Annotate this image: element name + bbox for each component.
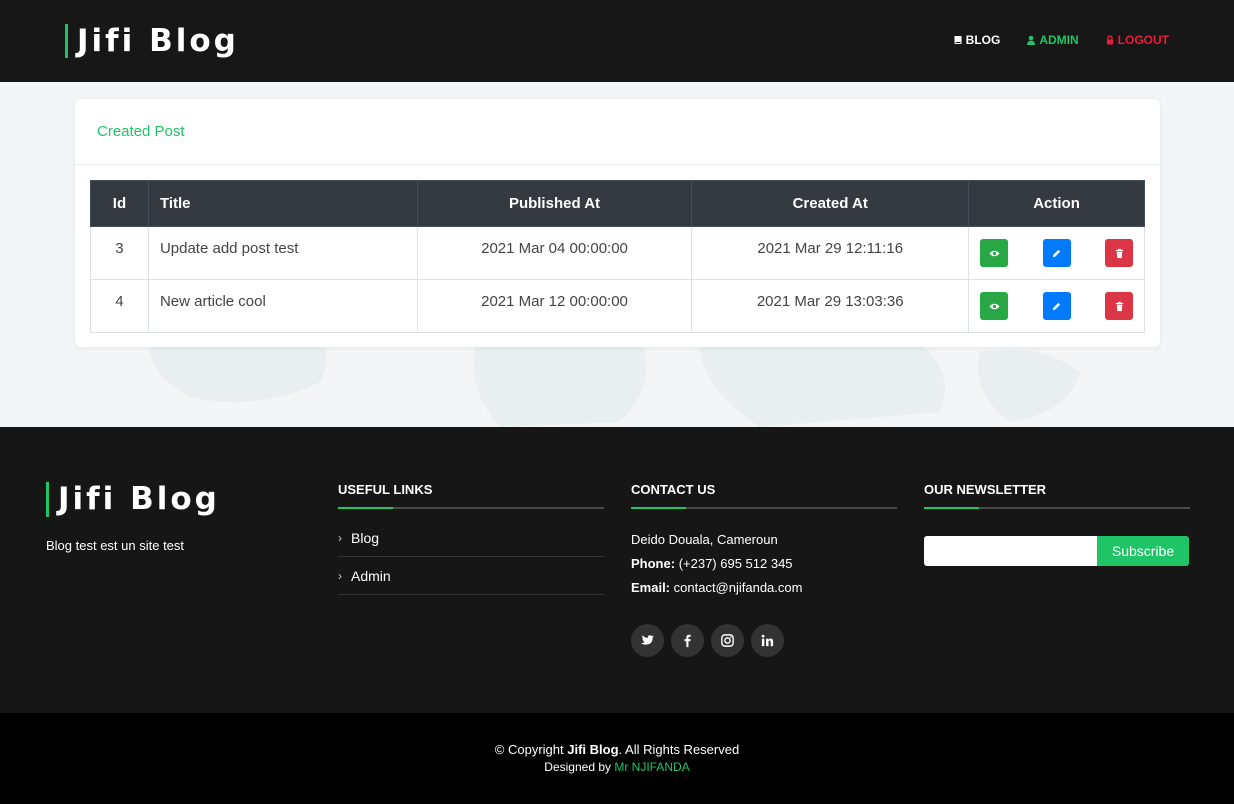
pencil-icon — [1052, 249, 1061, 257]
eye-icon — [989, 303, 1000, 309]
footer-link-label: Blog — [351, 529, 380, 546]
cell-published-at: 2021 Mar 12 00:00:00 — [416, 279, 693, 333]
col-header-created: Created At — [691, 180, 970, 227]
site-logo[interactable]: Jifi Blog — [65, 24, 239, 58]
useful-links-section: USEFUL LINKS › Blog › Admin — [338, 482, 604, 595]
cell-created-at: 2021 Mar 29 12:11:16 — [691, 226, 970, 280]
nav-admin-label: ADMIN — [1039, 33, 1079, 47]
cell-actions — [968, 279, 1145, 333]
linkedin-link[interactable] — [751, 624, 784, 657]
created-post-card: Created Post Id Title Published At Creat… — [75, 99, 1160, 347]
cell-actions — [968, 226, 1145, 280]
col-header-id: Id — [90, 180, 149, 227]
facebook-link[interactable] — [671, 624, 704, 657]
chevron-right-icon: › — [338, 568, 342, 583]
phone-label: Phone: — [631, 556, 676, 571]
footer-logo: Jifi Blog — [46, 482, 220, 517]
cell-id: 3 — [90, 226, 149, 280]
chevron-right-icon: › — [338, 530, 342, 545]
nav-admin-link[interactable]: ADMIN — [1026, 33, 1079, 47]
view-button[interactable] — [980, 292, 1009, 320]
trash-icon — [1115, 301, 1123, 311]
table-row: 4 New article cool 2021 Mar 12 00:00:00 … — [90, 279, 1145, 333]
facebook-icon — [684, 634, 691, 648]
top-header: Jifi Blog BLOG ADMIN LOGOUT — [0, 0, 1234, 82]
email-value[interactable]: contact@njifanda.com — [674, 580, 803, 595]
contact-heading: CONTACT US — [631, 482, 897, 509]
book-icon — [954, 36, 962, 44]
lock-icon — [1106, 35, 1113, 45]
eye-icon — [989, 250, 1000, 256]
designed-prefix: Designed by — [544, 760, 612, 774]
pencil-icon — [1052, 302, 1061, 310]
footer-link-blog[interactable]: › Blog — [338, 519, 604, 557]
edit-button[interactable] — [1042, 292, 1071, 320]
instagram-icon — [721, 634, 734, 647]
footer: Jifi Blog Blog test est un site test USE… — [0, 427, 1234, 713]
view-button[interactable] — [980, 239, 1009, 267]
newsletter-form: Subscribe — [924, 536, 1190, 566]
cell-id: 4 — [90, 279, 149, 333]
subscribe-button[interactable]: Subscribe — [1097, 536, 1189, 566]
contact-address: Deido Douala, Cameroun — [631, 532, 778, 547]
contact-email: Email: contact@njifanda.com — [631, 576, 897, 600]
nav-logout-label: LOGOUT — [1117, 33, 1169, 47]
delete-button[interactable] — [1105, 292, 1133, 320]
cell-created-at: 2021 Mar 29 13:03:36 — [691, 279, 970, 333]
copyright-suffix: . All Rights Reserved — [618, 742, 740, 757]
card-title: Created Post — [75, 99, 1160, 165]
contact-phone: Phone: (+237) 695 512 345 — [631, 552, 897, 576]
footer-bottom-bar: © Copyright Jifi Blog. All Rights Reserv… — [0, 713, 1234, 804]
cell-title: New article cool — [147, 279, 418, 333]
contact-section: CONTACT US Deido Douala, Cameroun Phone:… — [631, 482, 897, 657]
edit-button[interactable] — [1042, 239, 1071, 267]
phone-value: (+237) 695 512 345 — [678, 556, 793, 571]
copyright-text: © Copyright Jifi Blog. All Rights Reserv… — [0, 742, 1234, 757]
designed-by-text: Designed by Mr NJIFANDA — [0, 760, 1234, 774]
useful-links-heading: USEFUL LINKS — [338, 482, 604, 509]
col-header-published: Published At — [416, 180, 693, 227]
posts-table: Id Title Published At Created At Action … — [90, 180, 1145, 333]
copyright-prefix: © Copyright — [494, 742, 564, 757]
col-header-title: Title — [147, 180, 418, 227]
cell-title: Update add post test — [147, 226, 418, 280]
nav-logout-link[interactable]: LOGOUT — [1105, 33, 1169, 47]
table-header-row: Id Title Published At Created At Action — [90, 180, 1145, 227]
social-links — [631, 624, 897, 657]
newsletter-heading: OUR NEWSLETTER — [924, 482, 1190, 509]
instagram-link[interactable] — [711, 624, 744, 657]
user-icon — [1027, 35, 1036, 45]
footer-link-label: Admin — [351, 567, 391, 584]
newsletter-email-input[interactable] — [924, 536, 1097, 566]
copyright-brand: Jifi Blog — [567, 742, 619, 757]
nav-blog-link[interactable]: BLOG — [953, 33, 1001, 47]
twitter-link[interactable] — [631, 624, 664, 657]
nav-blog-label: BLOG — [965, 33, 1001, 47]
designer-link[interactable]: Mr NJIFANDA — [614, 760, 689, 774]
linkedin-icon — [761, 634, 774, 647]
trash-icon — [1115, 248, 1123, 258]
footer-link-admin[interactable]: › Admin — [338, 557, 604, 595]
cell-published-at: 2021 Mar 04 00:00:00 — [416, 226, 693, 280]
newsletter-section: OUR NEWSLETTER Subscribe — [924, 482, 1190, 566]
footer-description: Blog test est un site test — [46, 538, 185, 553]
main-nav: BLOG ADMIN LOGOUT — [953, 33, 1169, 47]
table-row: 3 Update add post test 2021 Mar 04 00:00… — [90, 226, 1145, 280]
email-label: Email: — [631, 580, 671, 595]
delete-button[interactable] — [1105, 239, 1133, 267]
twitter-icon — [640, 635, 655, 645]
main-content: Created Post Id Title Published At Creat… — [0, 82, 1234, 427]
col-header-action: Action — [968, 180, 1145, 227]
